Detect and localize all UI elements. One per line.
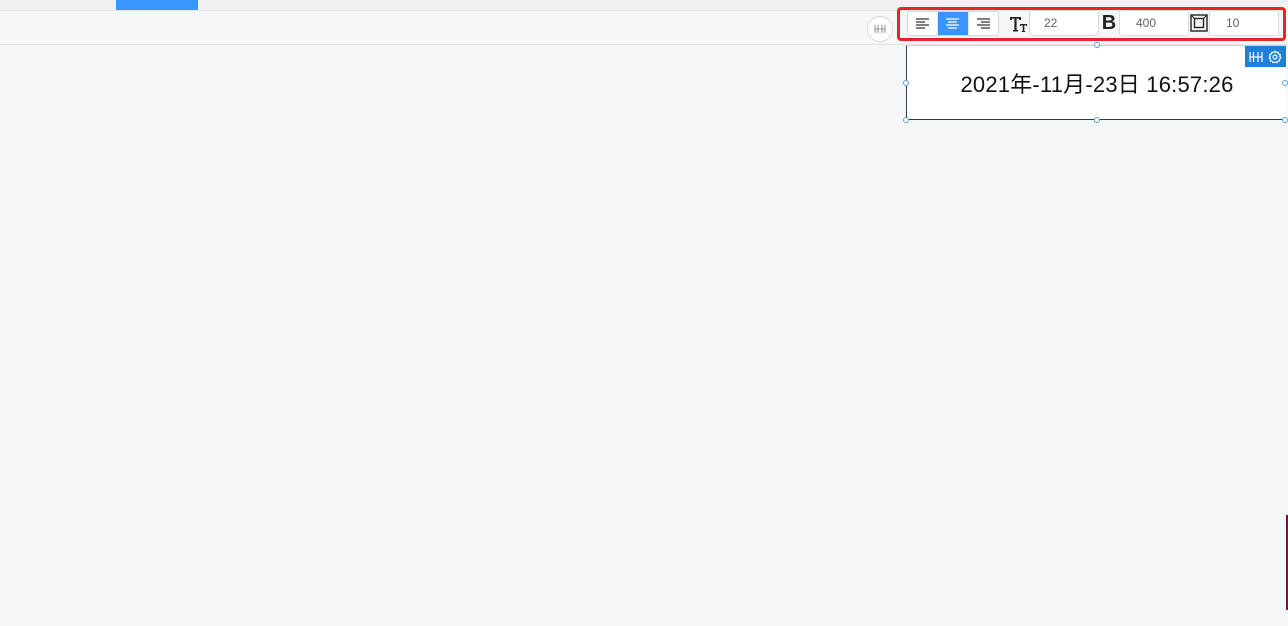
resize-handle-bottom[interactable] — [1094, 117, 1100, 123]
widget-settings-gear-icon[interactable] — [1268, 49, 1282, 64]
resize-handle-bottom-left[interactable] — [903, 117, 909, 123]
widget-action-badge — [1245, 46, 1286, 67]
editor-canvas: B 2021年-11月-23日 16:57:26 — [0, 0, 1288, 626]
datetime-text: 2021年-11月-23日 16:57:26 — [960, 71, 1234, 97]
resize-handle-bottom-right[interactable] — [1282, 117, 1288, 123]
resize-handle-top[interactable] — [1094, 42, 1100, 48]
active-tab-indicator[interactable] — [116, 0, 198, 10]
resize-handle-right[interactable] — [1282, 80, 1288, 86]
toolbar-highlight-frame — [897, 7, 1286, 41]
widget-grid-icon[interactable] — [1249, 51, 1263, 63]
grid-ruler-icon — [874, 25, 886, 33]
grid-toggle-button[interactable] — [867, 16, 893, 42]
datetime-widget[interactable]: 2021年-11月-23日 16:57:26 — [906, 45, 1287, 120]
resize-handle-left[interactable] — [903, 80, 909, 86]
